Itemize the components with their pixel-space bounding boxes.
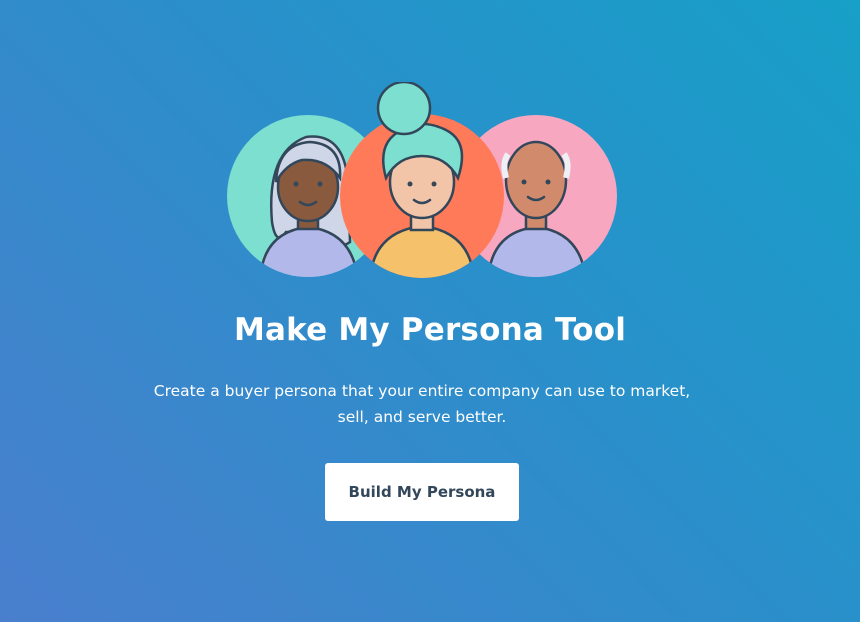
persona-illustration (226, 82, 618, 282)
page-subtitle: Create a buyer persona that your entire … (153, 382, 691, 426)
persona-group-illustration (227, 82, 617, 278)
persona-center-avatar (340, 82, 504, 278)
build-my-persona-button[interactable]: Build My Persona (325, 463, 519, 521)
page-title: Make My Persona Tool (233, 312, 627, 348)
persona-tool-hero: Make My Persona Tool Create a buyer pers… (0, 0, 860, 622)
